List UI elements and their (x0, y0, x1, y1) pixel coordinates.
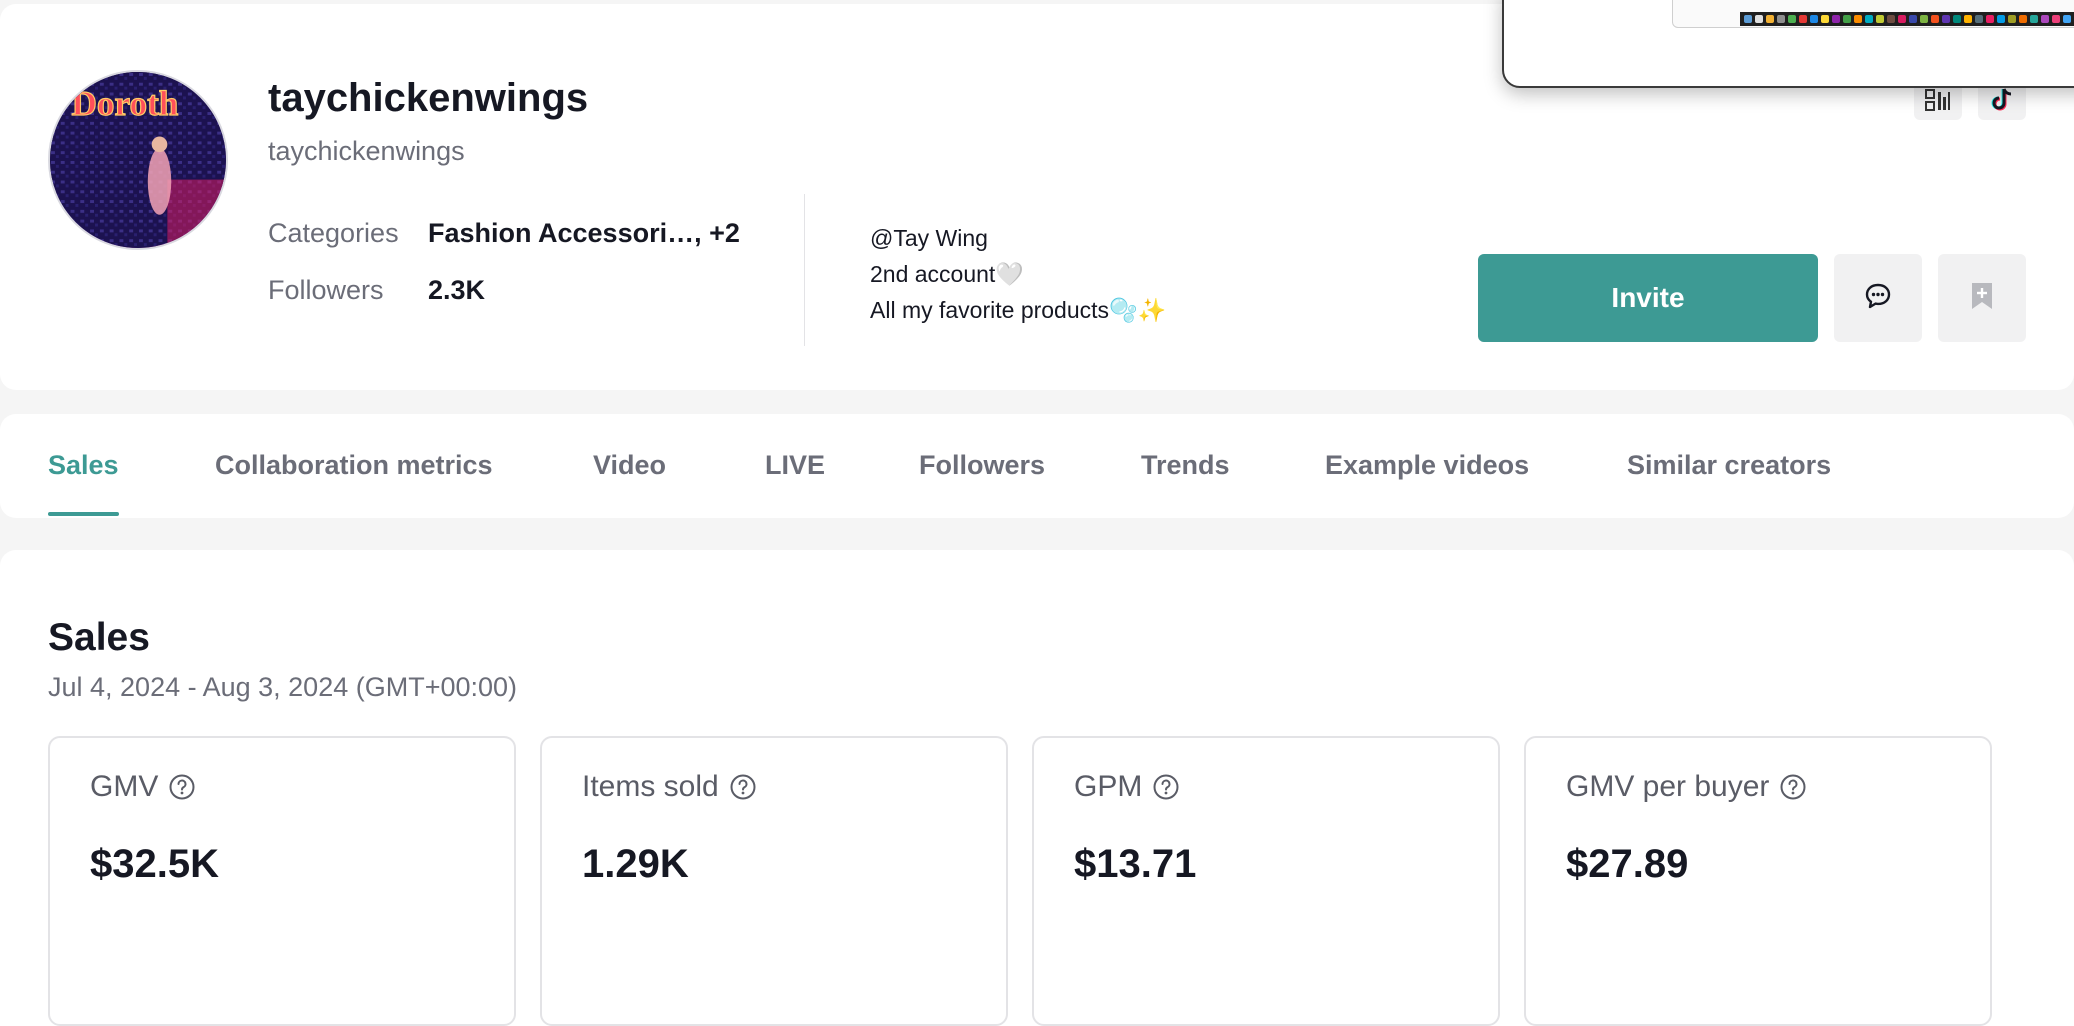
bookmark-plus-icon (1969, 281, 1995, 316)
creator-tabs: Sales Collaboration metrics Video LIVE F… (0, 414, 2074, 518)
metric-card-gmv-per-buyer: GMV per buyer $27.89 (1524, 736, 1992, 1026)
avatar[interactable]: Doroth (48, 70, 228, 250)
categories-value[interactable]: Fashion Accessori…, +2 (428, 218, 740, 249)
metric-label-text: GPM (1074, 770, 1143, 803)
metric-label-text: GMV (90, 770, 159, 803)
metric-label: Items sold (582, 770, 757, 804)
metric-value: 1.29K (582, 842, 689, 886)
active-tab-indicator (48, 512, 119, 516)
question-circle-icon[interactable] (1152, 773, 1180, 801)
invite-button[interactable]: Invite (1478, 254, 1818, 342)
followers-value: 2.3K (428, 275, 486, 305)
metric-label: GPM (1074, 770, 1180, 804)
creator-handle: taychickenwings (268, 136, 465, 166)
message-button[interactable] (1834, 254, 1922, 342)
section-title: Sales (48, 616, 150, 659)
tab-live[interactable]: LIVE (765, 450, 825, 481)
metric-label: GMV (90, 770, 196, 804)
metric-card-items-sold: Items sold 1.29K (540, 736, 1008, 1026)
categories-row: Categories Fashion Accessori…, +2 (268, 218, 740, 249)
tab-trends[interactable]: Trends (1141, 450, 1230, 481)
sales-section: Sales Jul 4, 2024 - Aug 3, 2024 (GMT+00:… (0, 550, 2074, 1026)
divider (804, 194, 805, 346)
question-circle-icon[interactable] (168, 773, 196, 801)
question-circle-icon[interactable] (1779, 773, 1807, 801)
metric-value: $13.71 (1074, 842, 1197, 886)
tab-similar-creators[interactable]: Similar creators (1627, 450, 1831, 481)
bio-line: All my favorite products🫧✨ (870, 297, 1167, 323)
metric-card-gmv: GMV $32.5K (48, 736, 516, 1026)
question-circle-icon[interactable] (729, 773, 757, 801)
tab-collaboration-metrics[interactable]: Collaboration metrics (215, 450, 493, 481)
overlay-popup[interactable] (1502, 0, 2074, 88)
tab-sales[interactable]: Sales (48, 450, 119, 481)
save-creator-button[interactable] (1938, 254, 2026, 342)
svg-text:Doroth: Doroth (72, 84, 179, 123)
metric-value: $32.5K (90, 842, 219, 886)
avatar-image: Doroth (50, 72, 226, 248)
metric-card-gpm: GPM $13.71 (1032, 736, 1500, 1026)
metric-value: $27.89 (1566, 842, 1689, 886)
followers-label: Followers (268, 275, 384, 305)
metric-label-text: Items sold (582, 770, 719, 803)
creator-bio: @Tay Wing 2nd account🤍 All my favorite p… (870, 220, 1166, 328)
followers-row: Followers 2.3K (268, 275, 485, 306)
date-range: Jul 4, 2024 - Aug 3, 2024 (GMT+00:00) (48, 672, 518, 702)
message-bubble-icon (1863, 281, 1893, 316)
categories-label: Categories (268, 218, 399, 248)
metric-label-text: GMV per buyer (1566, 770, 1770, 803)
tab-followers[interactable]: Followers (919, 450, 1045, 481)
tab-video[interactable]: Video (593, 450, 666, 481)
bio-line: 2nd account🤍 (870, 261, 1024, 287)
dock-thumbnail (1740, 12, 2074, 26)
creator-username: taychickenwings (268, 76, 589, 120)
bio-line: @Tay Wing (870, 225, 988, 251)
metric-label: GMV per buyer (1566, 770, 1807, 804)
tab-example-videos[interactable]: Example videos (1325, 450, 1529, 481)
